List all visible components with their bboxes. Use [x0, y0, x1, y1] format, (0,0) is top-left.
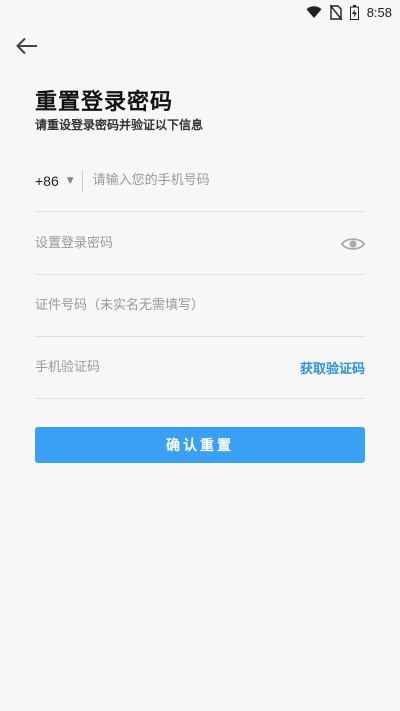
country-code-selector[interactable]: +86: [35, 173, 59, 189]
confirm-reset-button[interactable]: 确认重置: [35, 427, 365, 463]
password-field-row: [35, 213, 365, 275]
battery-charging-icon: [349, 4, 359, 20]
get-code-button[interactable]: 获取验证码: [300, 358, 365, 377]
status-time: 8:58: [366, 4, 392, 20]
id-number-input[interactable]: [35, 275, 365, 336]
caret-down-icon[interactable]: ▼: [67, 176, 74, 186]
no-sim-icon: [329, 4, 342, 20]
id-number-field-row: [35, 275, 365, 337]
password-input[interactable]: [35, 213, 341, 274]
arrow-left-icon: [16, 37, 37, 55]
divider: [81, 169, 83, 192]
status-bar: 8:58: [0, 0, 400, 24]
page-title: 重置登录密码: [35, 90, 174, 115]
back-button[interactable]: [14, 33, 40, 59]
sms-code-field-row: 获取验证码: [35, 337, 365, 399]
sms-code-input[interactable]: [35, 337, 300, 398]
phone-input[interactable]: [92, 150, 365, 211]
wifi-icon: [306, 6, 322, 18]
page-subtitle: 请重设登录密码并验证以下信息: [35, 118, 204, 132]
eye-icon[interactable]: [341, 236, 365, 252]
phone-field-row: +86 ▼: [35, 150, 365, 212]
